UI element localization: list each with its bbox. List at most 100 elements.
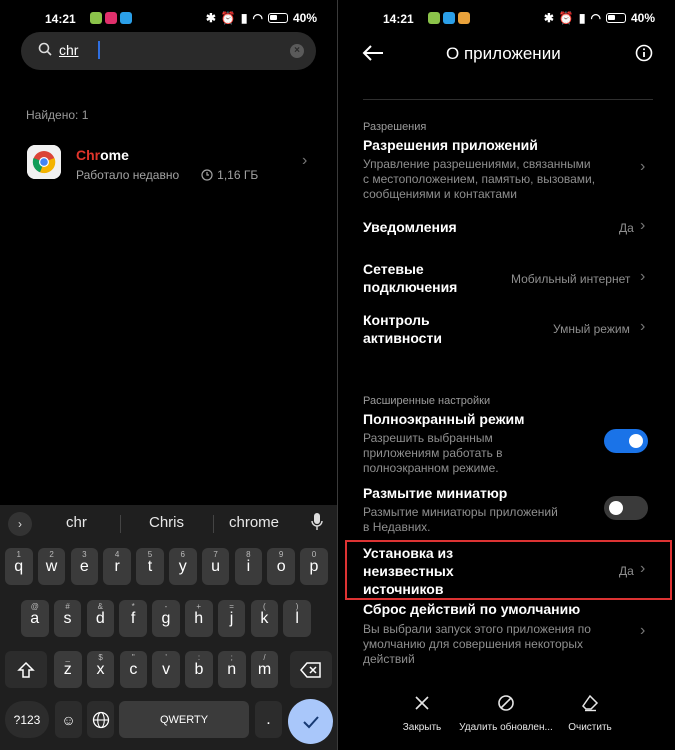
key-t[interactable]: t5 [136, 548, 164, 585]
key-e[interactable]: e3 [70, 548, 99, 585]
app-status: Работало недавно [76, 168, 180, 182]
clear-icon[interactable]: × [290, 44, 304, 58]
blur-toggle[interactable] [604, 496, 648, 520]
space-key[interactable]: QWERTY [119, 701, 249, 738]
key-w[interactable]: w2 [37, 548, 66, 585]
key-label: f [130, 609, 136, 627]
search-field[interactable]: chr × [21, 32, 316, 70]
eraser-icon [582, 694, 599, 712]
key-alt-label: $ [98, 653, 103, 662]
key-alt-label: 8 [246, 550, 251, 559]
wifi-icon: ◠ [590, 11, 601, 25]
app-name-match: Chr [76, 147, 101, 163]
info-icon[interactable] [635, 44, 653, 62]
key-a[interactable]: a @ [21, 600, 49, 637]
search-input[interactable]: chr [59, 42, 78, 58]
key-label: b [194, 660, 204, 678]
signal-icon: ▮ [240, 11, 248, 25]
key-alt-label: 7 [213, 550, 218, 559]
key-alt-label: 5 [147, 550, 153, 559]
blur-desc-1: Размытие миниатюры приложений [363, 505, 558, 519]
key-g[interactable]: g- [152, 600, 180, 637]
symbols-key[interactable]: ?123 [5, 701, 49, 738]
shift-key[interactable] [5, 651, 47, 688]
key-b[interactable]: b: [185, 651, 213, 688]
key-z[interactable]: z _ [54, 651, 82, 688]
key-label: x [96, 660, 105, 678]
reset-defaults-desc-1: Вы выбрали запуск этого приложения по [363, 622, 591, 636]
key-label: p [309, 557, 319, 575]
key-v[interactable]: v ' [152, 651, 180, 688]
language-key[interactable] [87, 701, 114, 738]
suggestion-3[interactable]: chrome [229, 514, 279, 531]
key-n[interactable]: n; [218, 651, 246, 688]
key-d[interactable]: d & [86, 600, 115, 637]
key-l[interactable]: l) [283, 600, 311, 637]
key-p[interactable]: p0 [300, 548, 328, 585]
clear-label: Очистить [568, 722, 612, 733]
key-u[interactable]: u7 [201, 548, 230, 585]
key-x[interactable]: x $ [86, 651, 115, 688]
search-icon [38, 42, 52, 56]
key-h[interactable]: h + [185, 600, 213, 637]
app-permissions-title: Разрешения приложений [363, 137, 538, 153]
uninstall-updates-label: Удалить обновлен... [459, 722, 553, 733]
key-f[interactable]: f * [119, 600, 147, 637]
key-label: a [30, 609, 40, 627]
network-value: Мобильный интернет [511, 272, 631, 286]
status-time: 14:21 [383, 12, 414, 26]
key-i[interactable]: i8 [234, 548, 263, 585]
back-arrow-icon[interactable] [362, 44, 384, 62]
key-s[interactable]: s # [53, 600, 82, 637]
key-label: d [95, 609, 105, 627]
chevron-right-icon: › [640, 217, 646, 234]
notification-icons [90, 12, 132, 24]
unknown-sources-title-1: Установка из [363, 545, 454, 561]
advanced-section-label: Расширенные настройки [363, 395, 491, 407]
header-divider [363, 99, 653, 100]
key-q[interactable]: q1 [5, 548, 33, 585]
key-c[interactable]: c " [119, 651, 148, 688]
key-y[interactable]: y6 [169, 548, 197, 585]
app-notification-icon [90, 12, 102, 24]
key-k[interactable]: k( [250, 600, 279, 637]
key-alt-label: 4 [114, 550, 120, 559]
clear-button[interactable]: Очистить [540, 694, 640, 735]
emoji-key[interactable]: ☺ [55, 701, 82, 738]
key-j[interactable]: j = [217, 600, 246, 637]
suggestion-1[interactable]: chr [66, 514, 87, 531]
suggestion-2[interactable]: Chris [149, 514, 184, 531]
key-alt-label: 3 [82, 550, 87, 559]
key-r[interactable]: r4 [103, 548, 131, 585]
app-notification-icon [443, 12, 455, 24]
key-m[interactable]: m / [250, 651, 279, 688]
key-label: w [45, 557, 58, 575]
key-label: ?123 [13, 712, 41, 727]
app-permissions-desc-2: с местоположением, памятью, вызовами, [363, 172, 596, 186]
expand-toolbar-icon[interactable]: › [8, 512, 32, 536]
unknown-sources-title-3: источников [363, 581, 444, 597]
enter-key[interactable] [288, 699, 333, 744]
key-label: r [114, 557, 120, 575]
app-result-chrome[interactable]: Chrome Работало недавно 1,16 ГБ › [0, 138, 337, 190]
backspace-key[interactable] [290, 651, 332, 688]
unknown-sources-title-2: неизвестных [363, 563, 454, 579]
app-notification-icon [428, 12, 440, 24]
key-alt-label: 1 [16, 550, 21, 559]
battery-percent: 40 [630, 11, 645, 25]
key-alt-label: 9 [278, 550, 284, 559]
fullscreen-toggle[interactable] [604, 429, 648, 453]
key-label: s [63, 609, 72, 627]
emoji-icon: ☺ [61, 711, 76, 728]
period-key[interactable]: . [255, 701, 282, 738]
fullscreen-desc-1: Разрешить выбранным [363, 431, 493, 445]
notification-icons [428, 12, 470, 24]
mic-icon[interactable] [311, 513, 323, 531]
check-icon [302, 715, 319, 728]
app-size: 1,16 ГБ [201, 168, 258, 182]
key-o[interactable]: o9 [267, 548, 295, 585]
fullscreen-title: Полноэкранный режим [363, 411, 525, 427]
alarm-icon: ⏰ [558, 11, 574, 25]
globe-icon [92, 711, 109, 728]
key-label: l [295, 609, 299, 627]
